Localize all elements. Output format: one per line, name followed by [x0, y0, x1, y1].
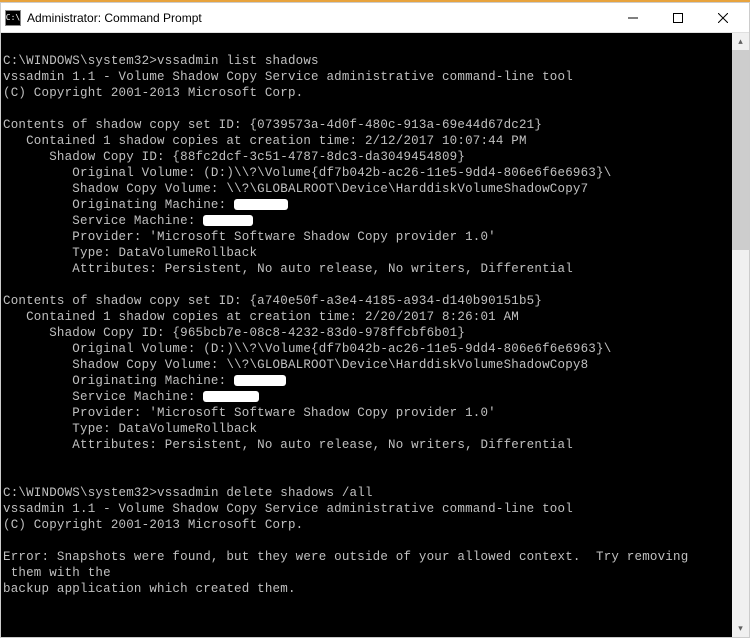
set-header: Contents of shadow copy set ID: {0739573… [3, 117, 728, 133]
scroll-down-arrow[interactable]: ▾ [732, 620, 749, 637]
banner-line: vssadmin 1.1 - Volume Shadow Copy Servic… [3, 501, 728, 517]
copyright-line: (C) Copyright 2001-2013 Microsoft Corp. [3, 85, 728, 101]
shadow-copy-id: Shadow Copy ID: {88fc2dcf-3c51-4787-8dc3… [3, 149, 728, 165]
window-title: Administrator: Command Prompt [27, 11, 610, 25]
scroll-thumb[interactable] [732, 50, 749, 250]
terminal-area: C:\WINDOWS\system32>vssadmin list shadow… [1, 33, 749, 637]
attributes-line: Attributes: Persistent, No auto release,… [3, 261, 728, 277]
command-text: vssadmin delete shadows /all [157, 486, 373, 500]
shadow-copy-volume: Shadow Copy Volume: \\?\GLOBALROOT\Devic… [3, 181, 728, 197]
close-icon [718, 13, 728, 23]
window-controls [610, 3, 745, 32]
shadow-copy-id: Shadow Copy ID: {965bcb7e-08c8-4232-83d0… [3, 325, 728, 341]
service-machine-label: Service Machine: [3, 214, 203, 228]
contained-line: Contained 1 shadow copies at creation ti… [3, 309, 728, 325]
minimize-icon [628, 13, 638, 23]
redacted-text [203, 391, 259, 402]
type-line: Type: DataVolumeRollback [3, 421, 728, 437]
original-volume: Original Volume: (D:)\\?\Volume{df7b042b… [3, 165, 728, 181]
originating-machine-label: Originating Machine: [3, 374, 234, 388]
service-machine-label: Service Machine: [3, 390, 203, 404]
contained-line: Contained 1 shadow copies at creation ti… [3, 133, 728, 149]
maximize-icon [673, 13, 683, 23]
titlebar[interactable]: C:\ Administrator: Command Prompt [1, 3, 749, 33]
cmd-icon: C:\ [5, 10, 21, 26]
banner-line: vssadmin 1.1 - Volume Shadow Copy Servic… [3, 69, 728, 85]
provider-line: Provider: 'Microsoft Software Shadow Cop… [3, 229, 728, 245]
redacted-text [234, 375, 286, 386]
maximize-button[interactable] [655, 3, 700, 32]
command-text: vssadmin list shadows [157, 54, 319, 68]
redacted-text [234, 199, 288, 210]
vertical-scrollbar[interactable]: ▴ ▾ [732, 33, 749, 637]
scroll-up-arrow[interactable]: ▴ [732, 33, 749, 50]
error-line: Error: Snapshots were found, but they we… [3, 549, 728, 565]
type-line: Type: DataVolumeRollback [3, 245, 728, 261]
close-button[interactable] [700, 3, 745, 32]
error-line: them with the [3, 565, 728, 581]
provider-line: Provider: 'Microsoft Software Shadow Cop… [3, 405, 728, 421]
command-prompt-window: C:\ Administrator: Command Prompt C:\WIN… [0, 2, 750, 638]
prompt: C:\WINDOWS\system32> [3, 486, 157, 500]
redacted-text [203, 215, 253, 226]
prompt: C:\WINDOWS\system32> [3, 54, 157, 68]
minimize-button[interactable] [610, 3, 655, 32]
attributes-line: Attributes: Persistent, No auto release,… [3, 437, 728, 453]
error-line: backup application which created them. [3, 581, 728, 597]
set-header: Contents of shadow copy set ID: {a740e50… [3, 293, 728, 309]
copyright-line: (C) Copyright 2001-2013 Microsoft Corp. [3, 517, 728, 533]
original-volume: Original Volume: (D:)\\?\Volume{df7b042b… [3, 341, 728, 357]
originating-machine-label: Originating Machine: [3, 198, 234, 212]
shadow-copy-volume: Shadow Copy Volume: \\?\GLOBALROOT\Devic… [3, 357, 728, 373]
terminal-output[interactable]: C:\WINDOWS\system32>vssadmin list shadow… [1, 33, 732, 637]
